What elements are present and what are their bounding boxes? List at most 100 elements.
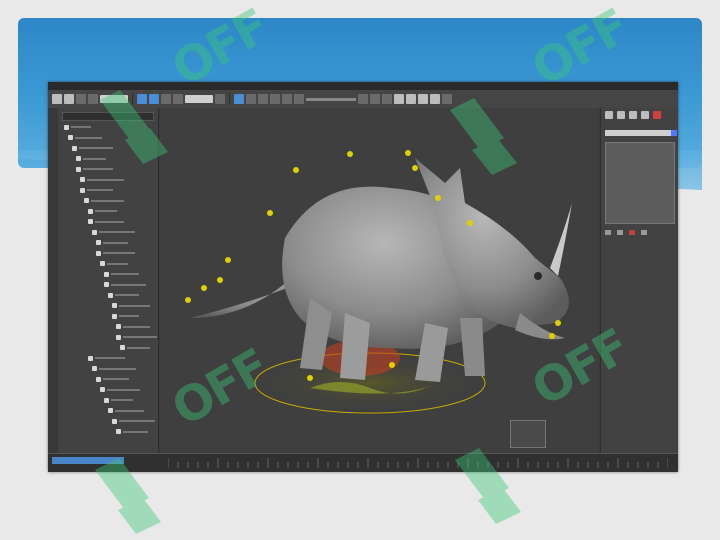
render-icon[interactable] bbox=[430, 94, 440, 104]
percent-snap-icon[interactable] bbox=[258, 94, 268, 104]
visibility-icon[interactable] bbox=[92, 229, 97, 235]
visibility-icon[interactable] bbox=[84, 198, 89, 203]
redo-icon[interactable] bbox=[64, 94, 74, 104]
visibility-icon[interactable] bbox=[104, 397, 109, 403]
unlink-icon[interactable] bbox=[88, 94, 98, 104]
scene-tree-row[interactable] bbox=[80, 177, 124, 183]
visibility-icon[interactable] bbox=[92, 366, 97, 371]
create-tab-icon[interactable] bbox=[605, 111, 613, 119]
selection-filter-dropdown[interactable] bbox=[100, 95, 128, 103]
render-dropdown-icon[interactable] bbox=[442, 94, 452, 104]
menu-bar[interactable] bbox=[48, 82, 678, 90]
visibility-icon[interactable] bbox=[80, 177, 85, 182]
scene-search-input[interactable] bbox=[62, 112, 154, 121]
visibility-icon[interactable] bbox=[116, 429, 121, 434]
scene-tree-row[interactable] bbox=[92, 229, 135, 235]
schematic-icon[interactable] bbox=[382, 94, 392, 104]
visibility-icon[interactable] bbox=[112, 418, 117, 424]
material-editor-icon[interactable] bbox=[394, 94, 404, 104]
mirror-icon[interactable] bbox=[282, 94, 292, 104]
reference-coordinate-dropdown[interactable] bbox=[185, 95, 213, 103]
rotate-icon[interactable] bbox=[161, 94, 171, 104]
scene-tree-row[interactable] bbox=[116, 429, 148, 435]
scene-tree-row[interactable] bbox=[116, 334, 157, 340]
scene-tree-row[interactable] bbox=[100, 387, 140, 393]
visibility-icon[interactable] bbox=[88, 219, 93, 224]
object-color-swatch[interactable] bbox=[671, 130, 677, 136]
visibility-icon[interactable] bbox=[116, 324, 121, 329]
scene-tree-row[interactable] bbox=[100, 261, 128, 267]
scene-tree-row[interactable] bbox=[68, 135, 102, 141]
scene-tree-row[interactable] bbox=[116, 324, 150, 330]
scene-tree-row[interactable] bbox=[72, 145, 113, 151]
pin-stack-icon[interactable] bbox=[605, 229, 611, 235]
visibility-icon[interactable] bbox=[120, 345, 125, 350]
triceratops-model[interactable] bbox=[160, 108, 598, 453]
angle-snap-icon[interactable] bbox=[246, 94, 256, 104]
scene-tree-row[interactable] bbox=[84, 198, 124, 204]
timeline-ruler[interactable] bbox=[168, 456, 668, 468]
visibility-icon[interactable] bbox=[96, 240, 101, 245]
visibility-icon[interactable] bbox=[96, 250, 101, 256]
scene-tree-row[interactable] bbox=[112, 313, 139, 319]
pivot-icon[interactable] bbox=[215, 94, 225, 104]
show-end-result-icon[interactable] bbox=[617, 229, 623, 235]
scene-tree-row[interactable] bbox=[112, 418, 155, 424]
visibility-icon[interactable] bbox=[112, 303, 117, 308]
navigation-widget[interactable] bbox=[510, 420, 546, 448]
curve-editor-icon[interactable] bbox=[370, 94, 380, 104]
scene-tree-row[interactable] bbox=[88, 208, 117, 214]
align-icon[interactable] bbox=[294, 94, 304, 104]
undo-icon[interactable] bbox=[52, 94, 62, 104]
render-setup-icon[interactable] bbox=[406, 94, 416, 104]
scene-tree-row[interactable] bbox=[108, 292, 139, 298]
scene-tree-row[interactable] bbox=[88, 355, 125, 361]
perspective-viewport[interactable] bbox=[160, 108, 598, 453]
hierarchy-tab-icon[interactable] bbox=[629, 111, 637, 119]
modify-tab-icon[interactable] bbox=[617, 111, 625, 119]
visibility-icon[interactable] bbox=[100, 261, 105, 266]
visibility-icon[interactable] bbox=[72, 145, 77, 151]
link-icon[interactable] bbox=[76, 94, 86, 104]
visibility-icon[interactable] bbox=[112, 313, 117, 319]
modifier-stack[interactable] bbox=[605, 142, 675, 224]
object-name-field[interactable] bbox=[605, 130, 671, 136]
time-slider[interactable] bbox=[52, 457, 124, 464]
scene-tree-row[interactable] bbox=[112, 303, 150, 309]
visibility-icon[interactable] bbox=[76, 156, 81, 161]
scene-tree-row[interactable] bbox=[104, 282, 146, 288]
move-icon[interactable] bbox=[149, 94, 159, 104]
remove-modifier-icon[interactable] bbox=[629, 229, 635, 235]
scene-tree-row[interactable] bbox=[96, 240, 128, 246]
snap-icon[interactable] bbox=[234, 94, 244, 104]
scene-tree-row[interactable] bbox=[80, 187, 113, 193]
visibility-icon[interactable] bbox=[104, 271, 109, 277]
visibility-icon[interactable] bbox=[80, 187, 85, 193]
scene-tree-row[interactable] bbox=[64, 124, 91, 130]
visibility-icon[interactable] bbox=[108, 408, 113, 413]
visibility-icon[interactable] bbox=[76, 166, 81, 172]
visibility-icon[interactable] bbox=[104, 282, 109, 287]
visibility-icon[interactable] bbox=[108, 292, 113, 298]
visibility-icon[interactable] bbox=[88, 208, 93, 214]
visibility-icon[interactable] bbox=[88, 355, 93, 361]
motion-tab-icon[interactable] bbox=[641, 111, 649, 119]
configure-modifier-icon[interactable] bbox=[641, 229, 647, 235]
scene-tree-row[interactable] bbox=[96, 376, 129, 382]
visibility-icon[interactable] bbox=[68, 135, 73, 140]
scene-tree-row[interactable] bbox=[76, 166, 113, 172]
scene-tree-row[interactable] bbox=[96, 250, 135, 256]
scene-tree-row[interactable] bbox=[108, 408, 144, 414]
visibility-icon[interactable] bbox=[96, 376, 101, 382]
layer-icon[interactable] bbox=[358, 94, 368, 104]
display-tab-icon[interactable] bbox=[653, 111, 661, 119]
select-icon[interactable] bbox=[137, 94, 147, 104]
scene-tree-row[interactable] bbox=[76, 156, 106, 162]
scene-tree-row[interactable] bbox=[92, 366, 136, 372]
scene-tree-row[interactable] bbox=[104, 397, 133, 403]
scale-icon[interactable] bbox=[173, 94, 183, 104]
scene-tree-row[interactable] bbox=[104, 271, 139, 277]
visibility-icon[interactable] bbox=[116, 334, 121, 340]
visibility-icon[interactable] bbox=[64, 124, 69, 130]
scene-tree-row[interactable] bbox=[88, 219, 124, 225]
